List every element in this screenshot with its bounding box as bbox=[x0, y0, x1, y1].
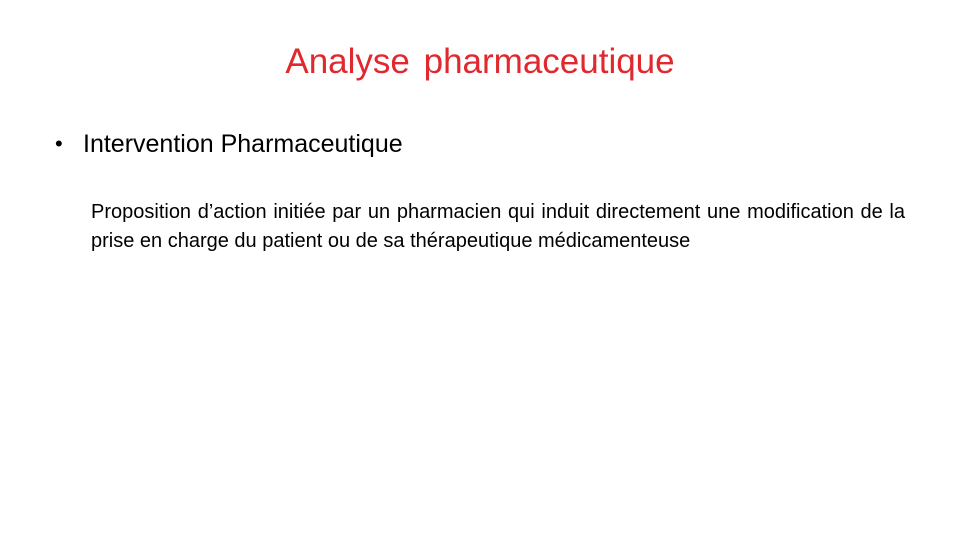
bullet-marker: • bbox=[55, 131, 63, 156]
definition-paragraph: Proposition d’action initiée par un phar… bbox=[91, 201, 905, 252]
slide: Analyse pharmaceutique • Intervention Ph… bbox=[0, 0, 960, 540]
bullet-text: Intervention Pharmaceutique bbox=[83, 130, 403, 158]
slide-title: Analyse pharmaceutique bbox=[285, 42, 675, 81]
bullet-item: • Intervention Pharmaceutique bbox=[55, 127, 403, 161]
